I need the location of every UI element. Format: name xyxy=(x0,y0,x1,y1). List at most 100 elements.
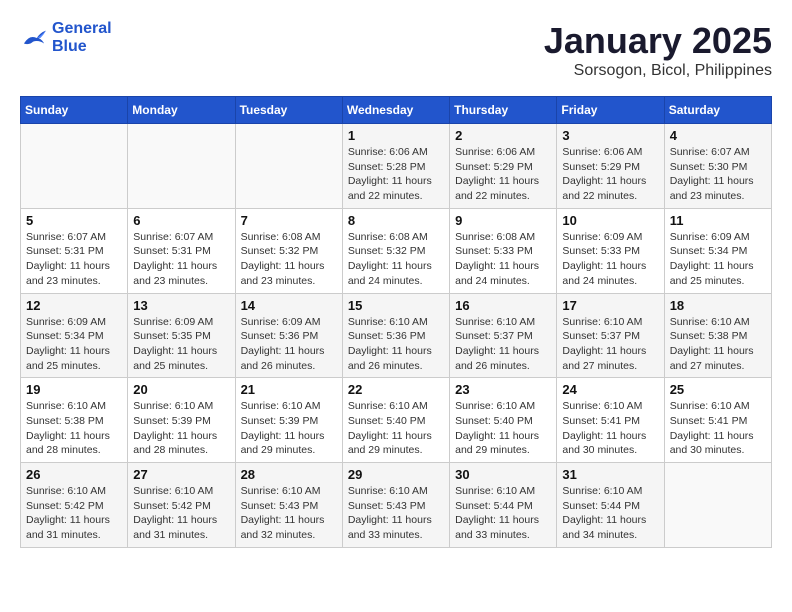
calendar-day-9: 9 Sunrise: 6:08 AM Sunset: 5:33 PM Daylig… xyxy=(450,208,557,293)
page-header: General Blue January 2025 Sorsogon, Bico… xyxy=(20,20,772,80)
day-number: 9 xyxy=(455,213,551,228)
calendar-week-row: 19 Sunrise: 6:10 AM Sunset: 5:38 PM Dayli… xyxy=(21,378,772,463)
calendar-day-15: 15 Sunrise: 6:10 AM Sunset: 5:36 PM Dayli… xyxy=(342,293,449,378)
calendar-day-3: 3 Sunrise: 6:06 AM Sunset: 5:29 PM Daylig… xyxy=(557,124,664,209)
day-number: 5 xyxy=(26,213,122,228)
day-number: 11 xyxy=(670,213,766,228)
calendar-day-27: 27Sunrise: 6:10 AM Sunset: 5:42 PM Dayli… xyxy=(128,463,235,548)
day-number: 4 xyxy=(670,128,766,143)
day-number: 29 xyxy=(348,467,444,482)
day-info: Sunrise: 6:10 AM Sunset: 5:39 PM Dayligh… xyxy=(133,399,229,458)
day-number: 15 xyxy=(348,298,444,313)
calendar-day-13: 13 Sunrise: 6:09 AM Sunset: 5:35 PM Dayli… xyxy=(128,293,235,378)
calendar-day-7: 7Sunrise: 6:08 AM Sunset: 5:32 PM Daylig… xyxy=(235,208,342,293)
calendar-day-14: 14 Sunrise: 6:09 AM Sunset: 5:36 PM Dayli… xyxy=(235,293,342,378)
location: Sorsogon, Bicol, Philippines xyxy=(544,62,772,80)
calendar-week-row: 12 Sunrise: 6:09 AM Sunset: 5:34 PM Dayli… xyxy=(21,293,772,378)
calendar-day-19: 19 Sunrise: 6:10 AM Sunset: 5:38 PM Dayli… xyxy=(21,378,128,463)
day-info: Sunrise: 6:10 AM Sunset: 5:37 PM Dayligh… xyxy=(562,315,658,374)
day-number: 2 xyxy=(455,128,551,143)
day-number: 28 xyxy=(241,467,337,482)
day-info: Sunrise: 6:10 AM Sunset: 5:41 PM Dayligh… xyxy=(670,399,766,458)
day-number: 7 xyxy=(241,213,337,228)
day-number: 17 xyxy=(562,298,658,313)
day-number: 20 xyxy=(133,382,229,397)
day-number: 8 xyxy=(348,213,444,228)
calendar-day-10: 10 Sunrise: 6:09 AM Sunset: 5:33 PM Dayli… xyxy=(557,208,664,293)
day-info: Sunrise: 6:07 AM Sunset: 5:30 PM Dayligh… xyxy=(670,145,766,204)
calendar-table: SundayMondayTuesdayWednesdayThursdayFrid… xyxy=(20,96,772,548)
calendar-empty-cell xyxy=(128,124,235,209)
day-number: 24 xyxy=(562,382,658,397)
month-title: January 2025 xyxy=(544,20,772,62)
day-number: 6 xyxy=(133,213,229,228)
calendar-day-21: 21Sunrise: 6:10 AM Sunset: 5:39 PM Dayli… xyxy=(235,378,342,463)
day-info: Sunrise: 6:08 AM Sunset: 5:33 PM Dayligh… xyxy=(455,230,551,289)
day-info: Sunrise: 6:09 AM Sunset: 5:34 PM Dayligh… xyxy=(670,230,766,289)
day-number: 12 xyxy=(26,298,122,313)
day-number: 10 xyxy=(562,213,658,228)
calendar-empty-cell xyxy=(235,124,342,209)
calendar-day-23: 23 Sunrise: 6:10 AM Sunset: 5:40 PM Dayli… xyxy=(450,378,557,463)
calendar-day-25: 25 Sunrise: 6:10 AM Sunset: 5:41 PM Dayli… xyxy=(664,378,771,463)
weekday-header-saturday: Saturday xyxy=(664,97,771,124)
day-info: Sunrise: 6:10 AM Sunset: 5:43 PM Dayligh… xyxy=(348,484,444,543)
calendar-day-11: 11 Sunrise: 6:09 AM Sunset: 5:34 PM Dayli… xyxy=(664,208,771,293)
day-number: 16 xyxy=(455,298,551,313)
weekday-header-monday: Monday xyxy=(128,97,235,124)
weekday-header-wednesday: Wednesday xyxy=(342,97,449,124)
day-number: 19 xyxy=(26,382,122,397)
calendar-day-16: 16 Sunrise: 6:10 AM Sunset: 5:37 PM Dayli… xyxy=(450,293,557,378)
day-number: 26 xyxy=(26,467,122,482)
calendar-day-6: 6Sunrise: 6:07 AM Sunset: 5:31 PM Daylig… xyxy=(128,208,235,293)
day-number: 25 xyxy=(670,382,766,397)
logo-bird-icon xyxy=(20,27,48,49)
weekday-header-thursday: Thursday xyxy=(450,97,557,124)
title-block: January 2025 Sorsogon, Bicol, Philippine… xyxy=(544,20,772,80)
calendar-day-1: 1Sunrise: 6:06 AM Sunset: 5:28 PM Daylig… xyxy=(342,124,449,209)
day-info: Sunrise: 6:10 AM Sunset: 5:42 PM Dayligh… xyxy=(26,484,122,543)
day-info: Sunrise: 6:10 AM Sunset: 5:44 PM Dayligh… xyxy=(455,484,551,543)
calendar-day-31: 31Sunrise: 6:10 AM Sunset: 5:44 PM Dayli… xyxy=(557,463,664,548)
day-number: 21 xyxy=(241,382,337,397)
day-number: 3 xyxy=(562,128,658,143)
day-number: 13 xyxy=(133,298,229,313)
calendar-day-20: 20 Sunrise: 6:10 AM Sunset: 5:39 PM Dayli… xyxy=(128,378,235,463)
calendar-day-2: 2 Sunrise: 6:06 AM Sunset: 5:29 PM Daylig… xyxy=(450,124,557,209)
calendar-week-row: 1Sunrise: 6:06 AM Sunset: 5:28 PM Daylig… xyxy=(21,124,772,209)
calendar-day-5: 5 Sunrise: 6:07 AM Sunset: 5:31 PM Daylig… xyxy=(21,208,128,293)
day-number: 18 xyxy=(670,298,766,313)
day-info: Sunrise: 6:10 AM Sunset: 5:44 PM Dayligh… xyxy=(562,484,658,543)
day-number: 14 xyxy=(241,298,337,313)
calendar-day-18: 18 Sunrise: 6:10 AM Sunset: 5:38 PM Dayli… xyxy=(664,293,771,378)
calendar-day-26: 26 Sunrise: 6:10 AM Sunset: 5:42 PM Dayli… xyxy=(21,463,128,548)
calendar-week-row: 26 Sunrise: 6:10 AM Sunset: 5:42 PM Dayli… xyxy=(21,463,772,548)
day-info: Sunrise: 6:10 AM Sunset: 5:40 PM Dayligh… xyxy=(455,399,551,458)
calendar-day-30: 30 Sunrise: 6:10 AM Sunset: 5:44 PM Dayli… xyxy=(450,463,557,548)
day-info: Sunrise: 6:06 AM Sunset: 5:29 PM Dayligh… xyxy=(562,145,658,204)
day-number: 30 xyxy=(455,467,551,482)
day-info: Sunrise: 6:10 AM Sunset: 5:36 PM Dayligh… xyxy=(348,315,444,374)
day-number: 22 xyxy=(348,382,444,397)
weekday-header-sunday: Sunday xyxy=(21,97,128,124)
calendar-week-row: 5 Sunrise: 6:07 AM Sunset: 5:31 PM Daylig… xyxy=(21,208,772,293)
day-info: Sunrise: 6:06 AM Sunset: 5:29 PM Dayligh… xyxy=(455,145,551,204)
day-info: Sunrise: 6:09 AM Sunset: 5:34 PM Dayligh… xyxy=(26,315,122,374)
calendar-day-24: 24 Sunrise: 6:10 AM Sunset: 5:41 PM Dayli… xyxy=(557,378,664,463)
day-number: 23 xyxy=(455,382,551,397)
day-info: Sunrise: 6:09 AM Sunset: 5:36 PM Dayligh… xyxy=(241,315,337,374)
calendar-day-17: 17 Sunrise: 6:10 AM Sunset: 5:37 PM Dayli… xyxy=(557,293,664,378)
day-info: Sunrise: 6:10 AM Sunset: 5:43 PM Dayligh… xyxy=(241,484,337,543)
day-info: Sunrise: 6:10 AM Sunset: 5:37 PM Dayligh… xyxy=(455,315,551,374)
day-info: Sunrise: 6:10 AM Sunset: 5:38 PM Dayligh… xyxy=(670,315,766,374)
calendar-empty-cell xyxy=(664,463,771,548)
day-info: Sunrise: 6:06 AM Sunset: 5:28 PM Dayligh… xyxy=(348,145,444,204)
day-info: Sunrise: 6:07 AM Sunset: 5:31 PM Dayligh… xyxy=(26,230,122,289)
day-info: Sunrise: 6:10 AM Sunset: 5:40 PM Dayligh… xyxy=(348,399,444,458)
calendar-day-8: 8Sunrise: 6:08 AM Sunset: 5:32 PM Daylig… xyxy=(342,208,449,293)
day-info: Sunrise: 6:10 AM Sunset: 5:41 PM Dayligh… xyxy=(562,399,658,458)
day-info: Sunrise: 6:10 AM Sunset: 5:42 PM Dayligh… xyxy=(133,484,229,543)
day-info: Sunrise: 6:09 AM Sunset: 5:35 PM Dayligh… xyxy=(133,315,229,374)
day-info: Sunrise: 6:09 AM Sunset: 5:33 PM Dayligh… xyxy=(562,230,658,289)
day-info: Sunrise: 6:10 AM Sunset: 5:38 PM Dayligh… xyxy=(26,399,122,458)
